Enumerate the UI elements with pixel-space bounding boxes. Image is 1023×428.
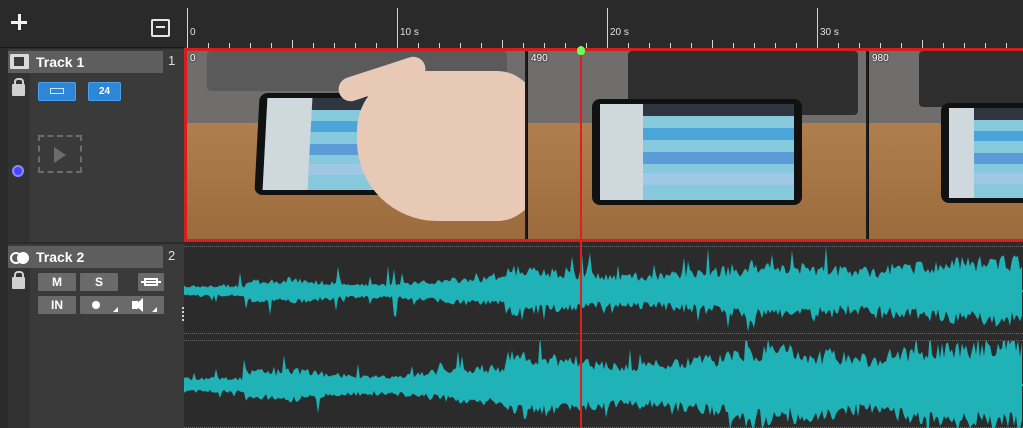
ruler-tick — [397, 8, 398, 48]
track-1-sidebar-strip — [8, 73, 30, 242]
waveform-shape — [184, 247, 1022, 332]
track-1-title-bar[interactable]: Track 1 — [8, 51, 163, 73]
record-monitor-button[interactable] — [80, 296, 164, 314]
frame-number: 980 — [872, 53, 889, 64]
track-1-lane[interactable]: 0 490 980 — [184, 48, 1023, 242]
track-2-title-bar[interactable]: Track 2 — [8, 246, 163, 268]
lock-icon[interactable] — [12, 271, 25, 289]
header-toolbar — [0, 0, 184, 48]
video-thumbnail-frame: 490 — [528, 51, 868, 239]
solo-button[interactable]: S — [80, 273, 118, 291]
audio-channel-right[interactable] — [184, 340, 1023, 428]
strip-icon — [50, 88, 64, 95]
playhead-cursor[interactable] — [580, 46, 582, 428]
add-track-button[interactable] — [8, 11, 32, 35]
track-1-header[interactable]: Track 1 1 24 — [8, 49, 184, 242]
input-button[interactable]: IN — [38, 296, 76, 314]
ruler-tick — [922, 40, 923, 48]
playhead-handle[interactable] — [577, 46, 585, 55]
timeline-ruler[interactable]: 0 10 s 20 s 30 s — [184, 0, 1023, 48]
panel-collapse-button[interactable] — [151, 19, 170, 37]
track-header-panel: Track 1 1 24 Track 2 2 M S IN — [0, 0, 184, 428]
ruler-label: 20 s — [610, 27, 629, 38]
video-strip-button[interactable] — [38, 82, 76, 101]
lock-icon[interactable] — [12, 78, 25, 96]
track-1-name: Track 1 — [36, 54, 85, 70]
track-1-color-dot[interactable] — [12, 165, 24, 177]
track-2-name: Track 2 — [36, 249, 85, 265]
frame-rate-button[interactable]: 24 — [88, 82, 121, 101]
ruler-label: 10 s — [400, 27, 419, 38]
video-thumbnail-frame: 980 — [869, 51, 1023, 239]
audio-waveform — [184, 247, 1023, 332]
speaker-icon — [132, 298, 143, 312]
record-icon — [92, 301, 100, 309]
video-clip[interactable]: 0 490 980 — [184, 48, 1023, 242]
routing-button[interactable] — [138, 273, 164, 291]
track-2-lane[interactable] — [184, 242, 1023, 428]
track-2-header[interactable]: Track 2 2 M S IN — [8, 244, 184, 428]
video-thumbnail-frame: 0 — [187, 51, 527, 239]
dropdown-corner-icon — [152, 307, 157, 312]
mute-button[interactable]: M — [38, 273, 76, 291]
track-1-number: 1 — [168, 53, 176, 68]
track-2-sidebar-strip — [8, 268, 30, 428]
ruler-tick — [187, 8, 188, 48]
video-track-icon — [38, 135, 82, 173]
ruler-tick — [817, 8, 818, 48]
frame-number: 0 — [190, 53, 196, 64]
ruler-tick — [712, 40, 713, 48]
ruler-tick — [292, 40, 293, 48]
film-icon — [10, 54, 29, 69]
stereo-icon — [10, 252, 30, 264]
frame-number: 490 — [531, 53, 548, 64]
ruler-tick — [607, 8, 608, 48]
audio-channel-left[interactable] — [184, 246, 1023, 334]
track-2-number: 2 — [168, 248, 176, 263]
ruler-label: 30 s — [820, 27, 839, 38]
panel-collapse-icon — [156, 26, 165, 28]
ruler-tick — [502, 40, 503, 48]
audio-waveform — [184, 341, 1023, 428]
dropdown-corner-icon — [113, 307, 118, 312]
ruler-label: 0 — [190, 27, 196, 38]
